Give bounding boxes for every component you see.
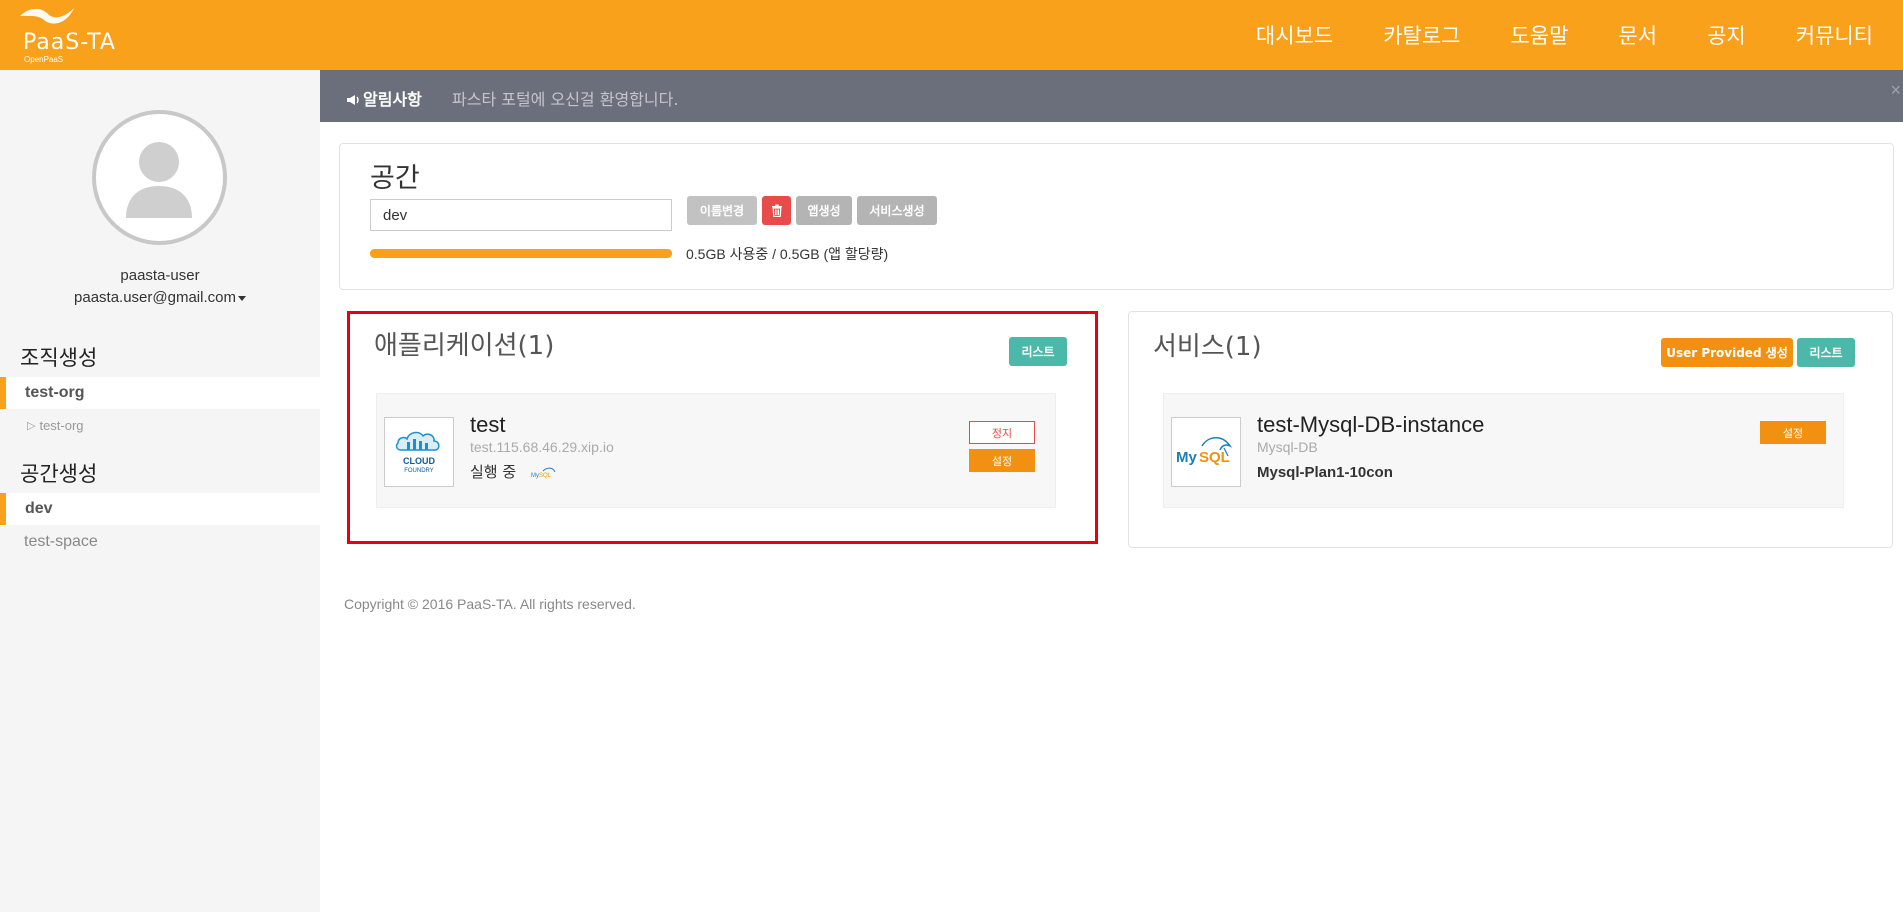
rename-button[interactable]: 이름변경 [687,196,757,225]
logo-subtext: OpenPaaS [24,55,64,64]
org-create-heading[interactable]: 조직생성 [20,342,97,372]
sidebar: paasta-user paasta.user@gmail.com 조직생성 t… [0,70,320,912]
service-plan: Mysql-Plan1-10con [1257,464,1393,481]
service-card[interactable]: My SQL test-Mysql-DB-instance Mysql-DB M… [1163,393,1844,508]
nav-catalog[interactable]: 카탈로그 [1383,20,1460,50]
mysql-logo: My SQL [1171,417,1241,487]
service-list-button[interactable]: 리스트 [1797,338,1855,367]
user-email: paasta.user@gmail.com [74,289,236,306]
user-menu-toggle[interactable]: paasta.user@gmail.com [0,289,320,306]
sidebar-item-test-space[interactable]: test-space [0,526,320,558]
megaphone-icon [347,95,359,105]
sidebar-item-label: test-org [25,384,85,401]
paasta-logo[interactable]: PaaS-TA OpenPaaS [18,6,128,66]
notice-bar: 알림사항 파스타 포털에 오신걸 환영합니다. × [320,70,1903,122]
space-name-input[interactable] [370,199,672,231]
svg-text:SQL: SQL [1199,449,1230,466]
highlight-box [347,311,1098,544]
nav-dashboard[interactable]: 대시보드 [1256,20,1333,50]
footer-copyright: Copyright © 2016 PaaS-TA. All rights res… [344,596,636,612]
sidebar-item-label: test-space [24,533,98,550]
sidebar-subitem-label: test-org [39,417,84,433]
main-nav: 대시보드 카탈로그 도움말 문서 공지 커뮤니티 [1206,0,1873,70]
quota-usage-text: 0.5GB 사용중 / 0.5GB (앱 할당량) [686,246,889,262]
nav-community[interactable]: 커뮤니티 [1796,20,1873,50]
services-panel: 서비스(1) User Provided 생성 리스트 My SQL test-… [1128,311,1893,548]
sidebar-subitem-test-org[interactable]: ▷ test-org [0,410,320,440]
space-title: 공간 [370,163,420,194]
logo-text: PaaS-TA [23,30,116,55]
delete-button[interactable] [762,196,791,225]
close-icon[interactable]: × [1890,80,1901,101]
user-provided-create-button[interactable]: User Provided 생성 [1661,338,1793,367]
create-app-button[interactable]: 앱생성 [796,196,852,225]
caret-down-icon [237,295,246,301]
service-name[interactable]: test-Mysql-DB-instance [1257,412,1484,438]
notice-message: 파스타 포털에 오신걸 환영합니다. [452,90,679,109]
mysql-icon: My SQL [1176,437,1233,466]
nav-notice[interactable]: 공지 [1707,20,1746,50]
space-create-heading[interactable]: 공간생성 [20,458,97,488]
create-service-button[interactable]: 서비스생성 [857,196,937,225]
trash-icon [771,204,782,217]
logo-swoosh-icon [20,8,74,24]
user-name: paasta-user [120,267,200,284]
user-silhouette-icon [126,142,192,218]
avatar [92,110,227,245]
svg-text:My: My [1176,449,1197,466]
nav-help[interactable]: 도움말 [1510,20,1568,50]
top-navbar: PaaS-TA OpenPaaS 대시보드 카탈로그 도움말 문서 공지 커뮤니… [0,0,1903,70]
notice-label-text: 알림사항 [363,90,422,109]
sidebar-item-label: dev [25,500,53,517]
services-title: 서비스(1) [1153,332,1262,362]
sidebar-item-test-org[interactable]: test-org [0,377,320,409]
triangle-right-icon: ▷ [27,419,36,432]
service-type: Mysql-DB [1257,439,1318,455]
quota-progress-bar [370,249,672,258]
notice-label: 알림사항 [346,86,422,110]
space-panel: 공간 이름변경 앱생성 서비스생성 0.5GB 사용중 / 0.5GB (앱 할… [339,143,1894,290]
nav-docs[interactable]: 문서 [1618,20,1657,50]
sidebar-item-dev[interactable]: dev [0,493,320,525]
service-settings-button[interactable]: 설정 [1760,421,1826,444]
quota-progress-fill [370,249,672,258]
